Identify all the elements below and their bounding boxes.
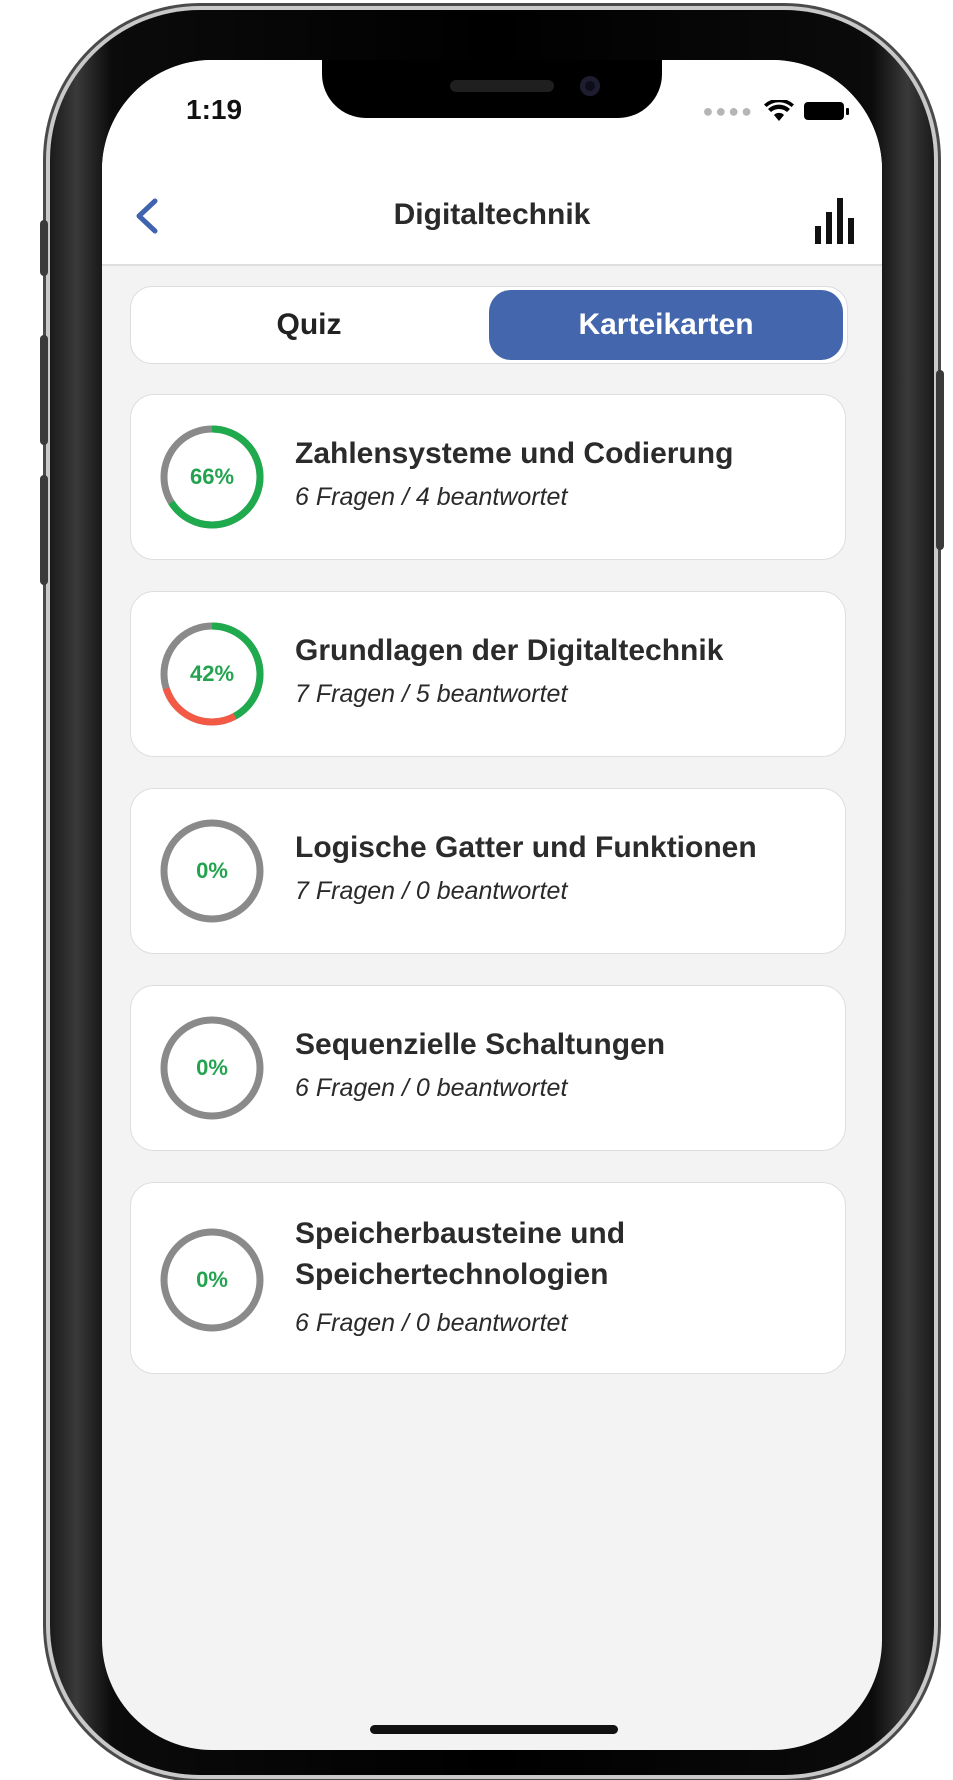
- status-indicators: ●●●●: [702, 100, 849, 122]
- wifi-icon: [764, 100, 794, 121]
- bar-chart-icon[interactable]: [814, 198, 856, 244]
- screen: 1:19 ●●●● Digitaltechnik Quiz Karteikart…: [102, 60, 882, 1750]
- topic-card[interactable]: 66% Zahlensysteme und Codierung 6 Fragen…: [130, 394, 846, 560]
- status-time: 1:19: [186, 94, 243, 125]
- topic-title: Zahlensysteme und Codierung: [295, 437, 734, 470]
- topic-card[interactable]: 42% Grundlagen der Digitaltechnik 7 Frag…: [130, 591, 846, 757]
- notch: [322, 60, 662, 118]
- topic-subtitle: 7 Fragen / 5 beantwortet: [295, 680, 568, 708]
- home-indicator[interactable]: [370, 1725, 618, 1734]
- progress-percent: 0%: [196, 1055, 228, 1080]
- progress-percent: 0%: [196, 858, 228, 883]
- topic-card[interactable]: 0% Sequenzielle Schaltungen 6 Fragen / 0…: [130, 985, 846, 1151]
- tab-karteikarten[interactable]: Karteikarten: [489, 290, 843, 360]
- topic-card[interactable]: 0% Speicherbausteine und Speichertechnol…: [130, 1182, 846, 1374]
- power-button: [936, 370, 944, 550]
- progress-percent: 0%: [196, 1267, 228, 1292]
- topic-title: Grundlagen der Digitaltechnik: [295, 634, 724, 667]
- topic-card[interactable]: 0% Logische Gatter und Funktionen 7 Frag…: [130, 788, 846, 954]
- tab-quiz[interactable]: Quiz: [134, 290, 484, 360]
- volume-down-button: [40, 475, 48, 585]
- battery-icon: [804, 102, 849, 120]
- speaker: [450, 80, 554, 92]
- phone-frame: 1:19 ●●●● Digitaltechnik Quiz Karteikart…: [40, 10, 944, 1775]
- topic-subtitle: 6 Fragen / 4 beantwortet: [295, 483, 568, 511]
- topic-title: Speicherbausteine und Speichertechnologi…: [295, 1217, 626, 1291]
- topic-subtitle: 6 Fragen / 0 beantwortet: [295, 1074, 568, 1102]
- nav-bar: Digitaltechnik: [102, 168, 882, 266]
- topic-subtitle: 7 Fragen / 0 beantwortet: [295, 877, 568, 905]
- topic-title: Sequenzielle Schaltungen: [295, 1028, 666, 1061]
- topic-title: Logische Gatter und Funktionen: [295, 831, 757, 864]
- mode-switch: Quiz Karteikarten: [130, 286, 848, 364]
- camera: [580, 76, 600, 96]
- page-title: Digitaltechnik: [393, 198, 591, 231]
- silent-switch: [40, 220, 48, 276]
- progress-percent: 66%: [189, 464, 235, 489]
- topic-subtitle: 6 Fragen / 0 beantwortet: [295, 1309, 568, 1337]
- progress-percent: 42%: [189, 661, 235, 686]
- signal-icon: ●●●●: [702, 100, 754, 121]
- volume-up-button: [40, 335, 48, 445]
